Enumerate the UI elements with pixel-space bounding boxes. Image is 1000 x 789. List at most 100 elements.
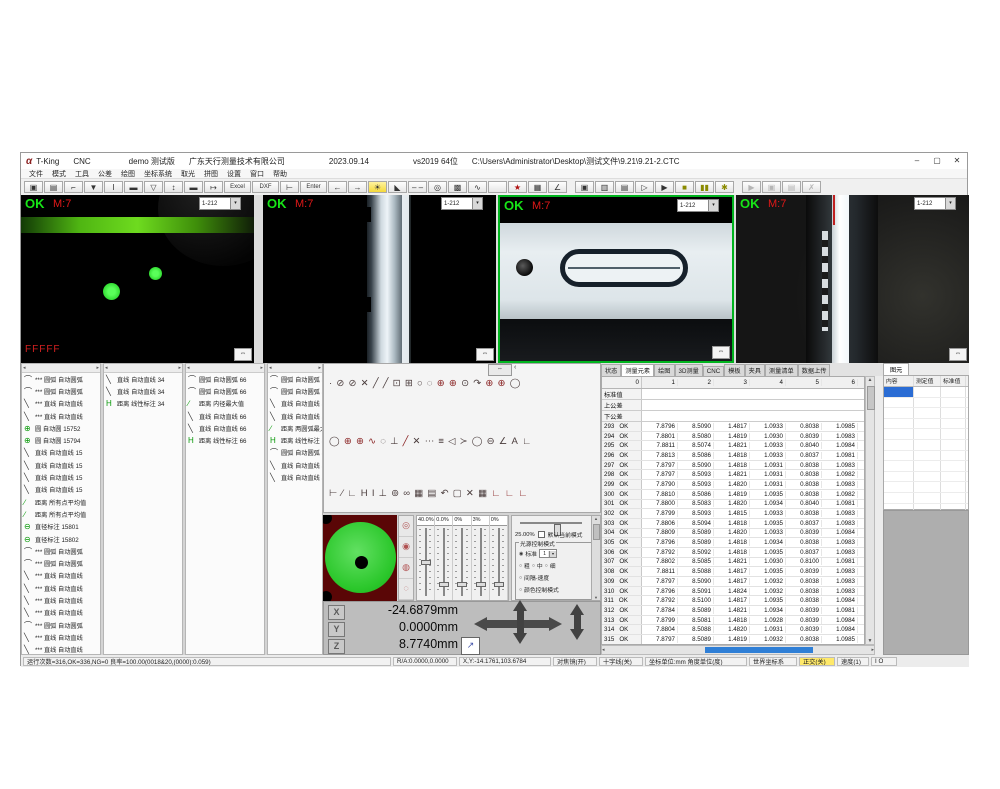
folder-button[interactable]: ▤ (615, 181, 634, 193)
table-row[interactable]: 315OK7.87978.50891.48191.09320.80381.098… (602, 635, 864, 645)
measure-tool-icon[interactable]: ⋯ (425, 436, 435, 447)
measure-tool-icon[interactable]: ⊕ (449, 378, 457, 389)
light-button[interactable]: ☀ (368, 181, 387, 193)
measure-tool-icon[interactable]: ∟ (491, 488, 500, 499)
arrow-left-button[interactable]: ← (328, 181, 347, 193)
scrollbar-thumb[interactable] (705, 647, 813, 653)
ring-light-icon[interactable]: ◍ (399, 558, 413, 579)
level-combobox[interactable]: 1 ▾ (539, 549, 557, 558)
radio-icon[interactable]: ○ (519, 563, 522, 569)
list-item[interactable]: ╲*** 直线 自动直线 (22, 570, 100, 582)
list-item[interactable]: ╲*** 直线 自动直线 (22, 398, 100, 410)
slider-thumb[interactable] (476, 582, 486, 587)
list-item[interactable]: H距离 线性标注 66 (186, 434, 264, 446)
resize-icon[interactable]: ⇔ (476, 348, 494, 361)
probe-button[interactable]: ▼ (84, 181, 103, 193)
close-button[interactable]: ✕ (947, 154, 967, 168)
list-item[interactable]: ╲直线 自动直线 34 (104, 373, 182, 385)
list-scrollbar[interactable]: ◂▸ (104, 364, 182, 373)
table-row[interactable]: 296OK7.88138.50861.48181.09330.80371.098… (602, 451, 864, 461)
table-row[interactable]: 0123456 (602, 377, 864, 389)
list-item[interactable]: ╲直线 自动直线 66 (186, 422, 264, 434)
light-channel-slider[interactable]: 3% (472, 516, 490, 600)
jog-right-icon[interactable] (549, 617, 562, 631)
measure-tool-icon[interactable]: ∟ (518, 488, 527, 499)
table-row[interactable]: 306OK7.87928.50921.48181.09350.80371.098… (602, 548, 864, 558)
default-mode-checkbox[interactable] (538, 531, 545, 538)
element-row[interactable] (884, 419, 968, 430)
element-row[interactable] (884, 493, 968, 504)
focus-chart-button[interactable]: ↗ (461, 637, 480, 655)
pause-button[interactable]: ▮▮ (695, 181, 714, 193)
terrain-button[interactable]: ◣ (388, 181, 407, 193)
tab-状态[interactable]: 状态 (601, 364, 621, 376)
light-channel-slider[interactable]: 0.0% (435, 516, 453, 600)
measure-tool-icon[interactable]: ∟ (347, 488, 356, 499)
table-row[interactable]: 301OK7.88008.50831.48201.09340.80401.098… (602, 500, 864, 510)
jog-up-icon[interactable] (513, 600, 527, 611)
list-item[interactable]: ╲*** 直线 自动直线 (22, 582, 100, 594)
table-row[interactable]: 300OK7.88108.50861.48191.09350.80381.098… (602, 490, 864, 500)
table-row[interactable]: 295OK7.88118.50741.48211.09330.80401.098… (602, 441, 864, 451)
measure-tool-icon[interactable]: ╱ (373, 378, 379, 389)
tab-element[interactable]: 图元 (883, 363, 909, 375)
table-row[interactable]: 314OK7.88048.50881.48201.09310.80391.098… (602, 625, 864, 635)
arrow-right-button[interactable]: → (348, 181, 367, 193)
table-row[interactable]: 303OK7.88068.50941.48181.09350.80371.098… (602, 519, 864, 529)
list-item[interactable]: ⌒*** 圆弧 自动圆弧 (22, 545, 100, 557)
measure-tool-icon[interactable]: ∞ (403, 488, 410, 499)
camera-zoom-select[interactable]: 1-212 ▾ (914, 197, 956, 210)
menu-item[interactable]: 帮助 (273, 169, 287, 179)
menu-item[interactable]: 模式 (52, 169, 66, 179)
open2-button[interactable]: ▤ (782, 181, 801, 193)
chevron-down-icon[interactable]: ▾ (472, 198, 482, 209)
list-item[interactable]: ⊖直径标注 15802 (22, 533, 100, 545)
chevron-down-icon[interactable]: ▾ (230, 198, 240, 209)
tab-测量元素[interactable]: 测量元素 (621, 364, 654, 376)
list-item[interactable]: ╲*** 直线 自动直线 (22, 594, 100, 606)
list-item[interactable]: ╲*** 直线 自动直线 (22, 607, 100, 619)
measure-tool-icon[interactable]: ✕ (466, 488, 474, 499)
save3-button[interactable]: ▣ (762, 181, 781, 193)
open-button[interactable]: ▤ (44, 181, 63, 193)
tab-夹具[interactable]: 夹具 (745, 364, 765, 376)
dash-button[interactable]: – – (408, 181, 427, 193)
list-item[interactable]: ∕距离 所有点平均值 (22, 496, 100, 508)
tab-绘图[interactable]: 绘图 (654, 364, 674, 376)
element-row[interactable] (884, 429, 968, 440)
element-row[interactable] (884, 398, 968, 409)
magnifier-button[interactable]: ◎ (428, 181, 447, 193)
menu-item[interactable]: 文件 (29, 169, 43, 179)
radio-icon[interactable]: ○ (519, 587, 522, 593)
menu-item[interactable]: 公差 (98, 169, 112, 179)
measure-tool-icon[interactable]: ○ (417, 378, 423, 389)
hammer-button[interactable]: ✱ (715, 181, 734, 193)
menu-item[interactable]: 坐标系统 (144, 169, 172, 179)
measure-tool-icon[interactable]: ↷ (473, 378, 481, 389)
camera-zoom-select[interactable]: 1-212 ▾ (677, 199, 719, 212)
measure-tool-icon[interactable]: I (372, 488, 375, 499)
list-item[interactable]: ╲直线 自动直线 15 (22, 471, 100, 483)
list-item[interactable]: ⌒圆弧 自动圆弧 66 (186, 385, 264, 397)
dxf-export-button[interactable]: DXF (252, 181, 279, 193)
camera-zoom-select[interactable]: 1-212 ▾ (199, 197, 241, 210)
tab-CNC[interactable]: CNC (703, 366, 724, 376)
tab-3D测量[interactable]: 3D测量 (675, 364, 703, 376)
menu-item[interactable]: 窗口 (250, 169, 264, 179)
element-row[interactable] (884, 461, 968, 472)
list-item[interactable]: ⌒*** 圆弧 自动圆弧 (22, 619, 100, 631)
list-item[interactable]: ∕距离 内径最大值 (186, 398, 264, 410)
jog-y-arrows[interactable] (513, 600, 527, 644)
vertical-move-button[interactable]: ↕ (164, 181, 183, 193)
measure-tool-icon[interactable]: ↶ (441, 488, 449, 499)
list-item[interactable]: ⌒圆弧 自动圆弧 55 (268, 385, 322, 397)
list-item[interactable]: ⌒*** 圆弧 自动圆弧 (22, 385, 100, 397)
measure-tool-icon[interactable]: ∠ (499, 436, 508, 447)
save-button[interactable]: ▣ (24, 181, 43, 193)
list-item[interactable]: ╲直线 自动直线 34 (104, 385, 182, 397)
jog-z-up-icon[interactable] (570, 604, 584, 615)
measure-tool-icon[interactable]: ⊕ (344, 436, 352, 447)
measure-tool-icon[interactable]: ◯ (472, 436, 483, 447)
measure-tool-icon[interactable]: ▢ (453, 488, 462, 499)
ruler-button[interactable]: ⌐ (64, 181, 83, 193)
